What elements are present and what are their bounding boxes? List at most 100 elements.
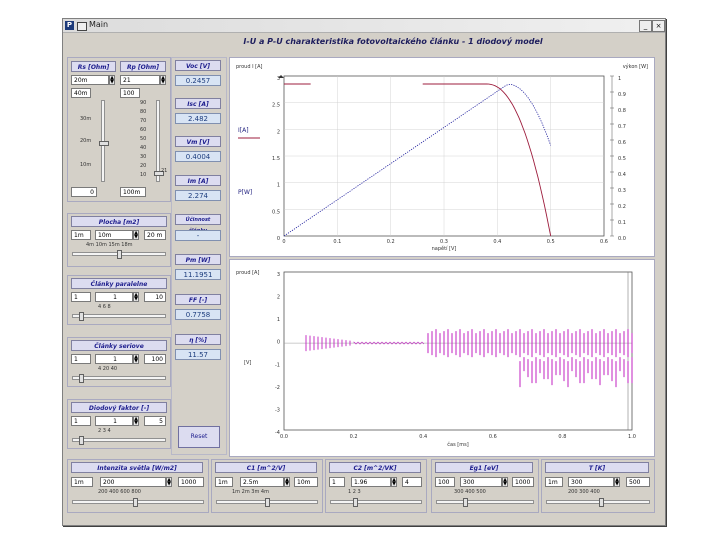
iu-pu-chart: proud I [A] výkon [W] napětí [V] 0 0.1 0.2 0.3… (236, 63, 648, 252)
intenzita-spinner[interactable]: ▲ ▼ (166, 477, 172, 487)
intenzita-slider-thumb[interactable] (133, 498, 138, 507)
rs-label: Rs [Ohm] (71, 61, 116, 72)
intenzita-max-field[interactable]: 1000 (178, 477, 204, 487)
paralelne-slider[interactable] (72, 312, 166, 321)
paralelne-value-field[interactable]: 1 (95, 292, 133, 302)
x-tick-label: 0.2 (350, 434, 358, 440)
rp-input[interactable]: 21 (120, 75, 160, 85)
eg-min-field[interactable]: 100 (435, 477, 455, 487)
reset-button[interactable]: Reset (178, 426, 220, 448)
rs-vertical-slider[interactable] (99, 100, 109, 182)
t-spinner[interactable]: ▲ ▼ (614, 477, 620, 487)
faktor-max-field[interactable]: 5 (144, 416, 166, 426)
c2-max-field[interactable]: 4 (402, 477, 422, 487)
seriove-slider-thumb[interactable] (79, 374, 84, 383)
seriove-spinner[interactable]: ▲ ▼ (133, 354, 139, 364)
rp-spinner[interactable]: ▲ ▼ (160, 75, 166, 85)
y-tick-label-right: 1 (618, 76, 621, 82)
window-title: Main (89, 20, 109, 29)
plocha-value-field[interactable]: 10m (95, 230, 133, 240)
plocha-max-field[interactable]: 20 m (144, 230, 166, 240)
eg-value-field[interactable]: 300 (460, 477, 502, 487)
main-window: P Main _ × I-U a P-U charakteristika fot… (62, 18, 666, 526)
rs-input[interactable]: 20m (71, 75, 109, 85)
c2-slider[interactable] (330, 498, 422, 507)
plocha-min-field[interactable]: 1m (71, 230, 91, 240)
y-tick-label-right: 0.2 (618, 204, 626, 210)
intenzita-value-field[interactable]: 200 (100, 477, 166, 487)
c1-slider-thumb[interactable] (265, 498, 270, 507)
iu-pu-chart-panel: proud I [A] výkon [W] napětí [V] 0 0.1 0.2 0.3… (229, 57, 655, 257)
t-value-field[interactable]: 300 (568, 477, 614, 487)
ucinnost-label: Účinnost článku (175, 214, 221, 234)
y-tick-label-right: 0.0 (618, 236, 626, 242)
faktor-spinner[interactable]: ▲ ▼ (133, 416, 139, 426)
x-tick-label: 0.0 (280, 434, 288, 440)
voc-label: Voc [V] (175, 60, 221, 71)
y-tick-label-right: 0.1 (618, 220, 626, 226)
c2-slider-thumb[interactable] (353, 498, 358, 507)
rs-spinner[interactable]: ▲ ▼ (109, 75, 115, 85)
c2-value-field[interactable]: 1.96 (351, 477, 391, 487)
x-tick-label: 0.2 (387, 239, 395, 245)
c1-spinner[interactable]: ▲ ▼ (284, 477, 290, 487)
y-tick-label-left: 0 (277, 236, 280, 242)
rs-min-field[interactable]: 0 (71, 187, 97, 197)
c2-spinner[interactable]: ▲ ▼ (391, 477, 397, 487)
y-tick-label-left: 2 (277, 129, 280, 135)
paralelne-spinner[interactable]: ▲ ▼ (133, 292, 139, 302)
c1-value-field[interactable]: 2.5m (240, 477, 284, 487)
faktor-min-field[interactable]: 1 (71, 416, 91, 426)
results-column: Voc [V] 0.2457 Isc [A] 2.482 Vm [V] 0.40… (171, 57, 227, 455)
rp-min-field[interactable]: 100m (120, 187, 146, 197)
y-tick-label-right: 0.4 (618, 172, 626, 178)
intenzita-panel: Intenzita světla [W/m2] 1m 200 ▲ ▼ 1000 2… (67, 459, 209, 513)
intenzita-slider[interactable] (72, 498, 204, 507)
t-slider-thumb[interactable] (599, 498, 604, 507)
faktor-value-field[interactable]: 1 (95, 416, 133, 426)
paralelne-slider-thumb[interactable] (79, 312, 84, 321)
c2-panel: C2 [m^2/VK] 1 1.96 ▲ ▼ 4 1 2 3 (325, 459, 427, 513)
c2-label: C2 [m^2/VK] (329, 462, 421, 473)
plocha-slider-thumb[interactable] (117, 250, 122, 259)
x-axis-label: čas [ms] (447, 441, 468, 448)
pm-value: 11.1951 (175, 269, 221, 280)
plocha-label: Plocha [m2] (71, 216, 167, 227)
minimize-button[interactable]: _ (639, 20, 652, 32)
rs-max-field[interactable]: 40m (71, 88, 91, 98)
paralelne-max-field[interactable]: 10 (144, 292, 166, 302)
c2-min-field[interactable]: 1 (329, 477, 345, 487)
seriove-ticks: 4 20 40 (98, 366, 118, 372)
close-button[interactable]: × (652, 20, 665, 32)
plocha-slider[interactable] (72, 250, 166, 259)
plocha-spinner[interactable]: ▲ ▼ (133, 230, 139, 240)
t-slider[interactable] (546, 498, 650, 507)
faktor-slider-thumb[interactable] (79, 436, 84, 445)
c1-min-field[interactable]: 1m (215, 477, 233, 487)
rs-slider-thumb[interactable] (99, 141, 109, 146)
eg-max-field[interactable]: 1000 (512, 477, 534, 487)
eg-slider[interactable] (436, 498, 534, 507)
t-min-field[interactable]: 1m (545, 477, 563, 487)
seriove-slider[interactable] (72, 374, 166, 383)
rs-tick: 20m (80, 138, 92, 144)
eg-spinner[interactable]: ▲ ▼ (502, 477, 508, 487)
t-panel: T [K] 1m 300 ▲ ▼ 500 200 300 400 (541, 459, 655, 513)
c1-slider[interactable] (216, 498, 318, 507)
c2-ticks: 1 2 3 (348, 489, 361, 495)
c1-max-field[interactable]: 10m (294, 477, 318, 487)
paralelne-min-field[interactable]: 1 (71, 292, 91, 302)
seriove-min-field[interactable]: 1 (71, 354, 91, 364)
faktor-slider[interactable] (72, 436, 166, 445)
intenzita-min-field[interactable]: 1m (71, 477, 93, 487)
rp-vertical-slider[interactable] (154, 100, 164, 182)
seriove-max-field[interactable]: 100 (144, 354, 166, 364)
rp-max-field[interactable]: 100 (120, 88, 140, 98)
seriove-value-field[interactable]: 1 (95, 354, 133, 364)
im-value: 2.274 (175, 190, 221, 201)
t-max-field[interactable]: 500 (626, 477, 650, 487)
eta-value: 11.57 (175, 349, 221, 360)
x-tick-label: 0 (282, 239, 285, 245)
eg-slider-thumb[interactable] (463, 498, 468, 507)
y-tick-label-right: 0.6 (618, 140, 626, 146)
